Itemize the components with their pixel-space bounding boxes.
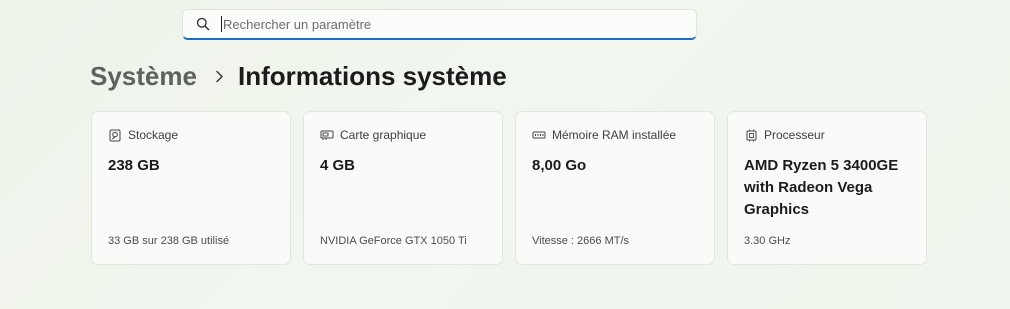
graphics-card-card[interactable]: Carte graphique 4 GB NVIDIA GeForce GTX … <box>303 111 503 265</box>
search-icon <box>195 16 211 32</box>
card-value: 4 GB <box>320 157 356 174</box>
graphics-card-icon <box>320 128 334 142</box>
chevron-right-icon <box>215 70 224 83</box>
card-detail: 3.30 GHz <box>744 235 791 247</box>
breadcrumb: Système Informations système <box>90 58 507 94</box>
storage-card[interactable]: Stockage 238 GB 33 GB sur 238 GB utilisé <box>91 111 291 265</box>
search-input[interactable] <box>223 16 683 32</box>
card-value: AMD Ryzen 5 3400GE with Radeon Vega Grap… <box>744 157 899 218</box>
card-detail: Vitesse : 2666 MT/s <box>532 235 630 247</box>
card-title: Mémoire RAM installée <box>552 128 677 142</box>
card-detail: NVIDIA GeForce GTX 1050 Ti <box>320 235 467 247</box>
card-detail: 33 GB sur 238 GB utilisé <box>108 235 230 247</box>
card-title: Processeur <box>764 128 825 142</box>
spec-cards: Stockage 238 GB 33 GB sur 238 GB utilisé… <box>91 111 927 265</box>
card-value: 238 GB <box>108 157 160 174</box>
ram-icon <box>532 128 546 142</box>
page-title: Informations système <box>237 60 507 91</box>
storage-icon <box>108 128 122 142</box>
processor-icon <box>744 128 758 142</box>
text-caret <box>221 16 222 32</box>
processor-card[interactable]: Processeur AMD Ryzen 5 3400GE with Radeo… <box>727 111 927 265</box>
card-title: Stockage <box>128 128 179 142</box>
card-value: 8,00 Go <box>532 157 587 174</box>
ram-card[interactable]: Mémoire RAM installée 8,00 Go Vitesse : … <box>515 111 715 265</box>
breadcrumb-parent-link[interactable]: Système <box>90 61 197 92</box>
search-box[interactable] <box>182 9 697 40</box>
card-title: Carte graphique <box>340 128 427 142</box>
